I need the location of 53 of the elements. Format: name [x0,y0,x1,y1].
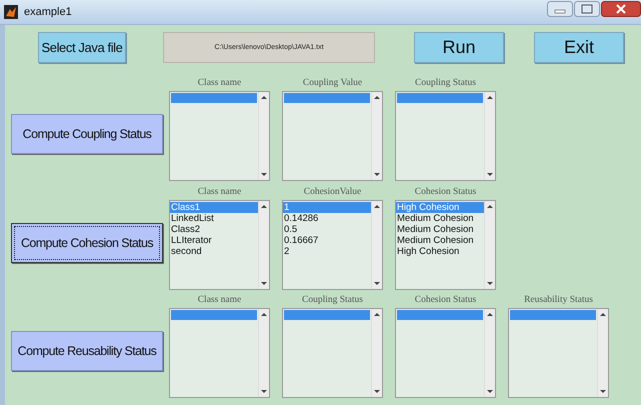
list-box[interactable]: High Cohesion Medium Cohesion Medium Cohesion Medium Cohesion High Cohesion [395,200,496,290]
list-item[interactable]: Medium Cohesion [396,213,484,224]
exit-button[interactable]: Exit [534,32,624,63]
list-heading: Cohesion Status [414,294,476,306]
list-box[interactable]: Class1 LinkedList Class2 LLIterator second [169,200,270,290]
list-heading: Class name [198,77,242,89]
scroll-bar[interactable] [484,309,495,397]
list-item[interactable]: 2 [283,246,371,257]
list-item[interactable]: Medium Cohesion [396,224,484,235]
scroll-bar[interactable] [597,309,608,397]
scroll-bar[interactable] [258,92,269,180]
maximize-icon[interactable] [574,1,600,17]
list-box[interactable] [282,308,383,398]
app-icon [4,5,18,19]
list-heading: Coupling Status [415,77,476,89]
list-heading: Class name [198,294,242,306]
scroll-bar[interactable] [371,92,382,180]
select-file-button[interactable]: Select Java file [38,32,126,63]
list-heading: Class name [198,186,242,198]
list-box[interactable] [508,308,609,398]
list-heading: CohesionValue [304,186,362,198]
list-item[interactable]: Class2 [170,224,258,235]
scroll-bar[interactable] [258,309,269,397]
scroll-bar[interactable] [371,201,382,289]
scroll-bar[interactable] [484,201,495,289]
list-box[interactable] [169,308,270,398]
list-item[interactable]: 0.5 [283,224,371,235]
window-title: example1 [24,6,72,18]
list-box[interactable] [395,91,496,181]
list-heading: Reusability Status [524,294,593,306]
list-item[interactable]: 0.14286 [283,213,371,224]
list-heading: Coupling Value [302,77,362,89]
list-item[interactable]: Medium Cohesion [396,235,484,246]
list-box[interactable] [169,91,270,181]
run-button[interactable]: Run [414,32,504,63]
list-item[interactable]: High Cohesion [396,246,484,257]
list-heading: Coupling Status [302,294,363,306]
list-box[interactable]: 1 0.14286 0.5 0.16667 2 [282,200,383,290]
compute-button[interactable]: Compute Reusability Status [11,331,163,371]
scroll-bar[interactable] [484,92,495,180]
list-item[interactable]: second [170,246,258,257]
list-heading: Cohesion Status [414,186,476,198]
list-box[interactable] [395,308,496,398]
list-item[interactable]: 0.16667 [283,235,371,246]
compute-button[interactable]: Compute Cohesion Status [11,223,163,263]
scroll-bar[interactable] [371,309,382,397]
minimize-icon[interactable] [547,1,573,17]
list-item[interactable]: LLIterator [170,235,258,246]
list-box[interactable] [282,91,383,181]
list-item[interactable]: LinkedList [170,213,258,224]
close-icon[interactable] [601,1,641,17]
compute-button[interactable]: Compute Coupling Status [11,114,163,154]
scroll-bar[interactable] [258,201,269,289]
